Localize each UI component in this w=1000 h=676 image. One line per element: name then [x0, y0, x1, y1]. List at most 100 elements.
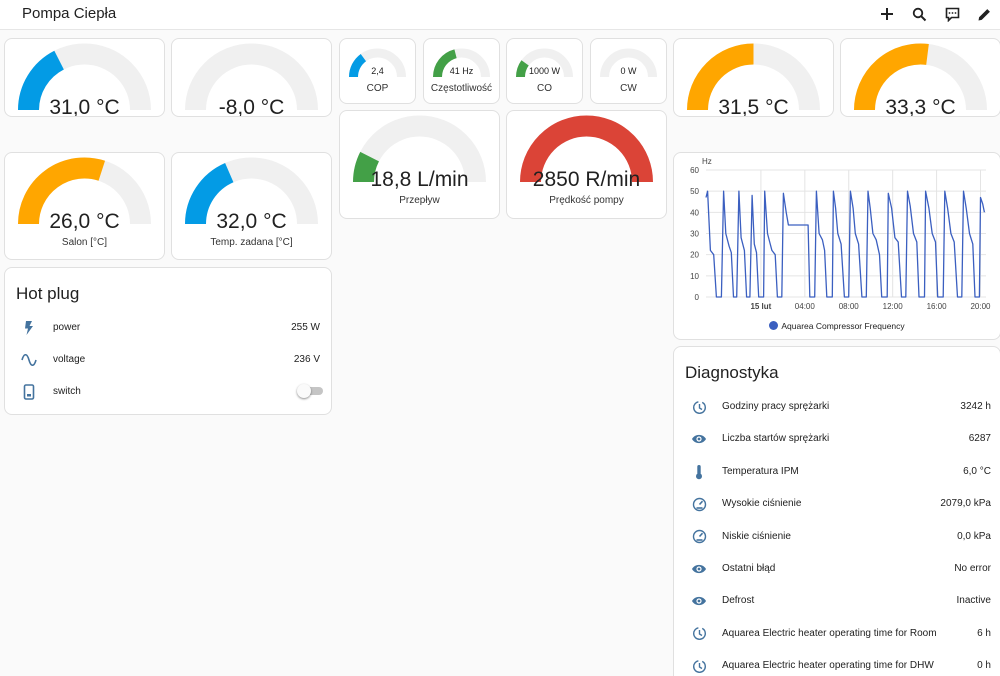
x-tick-label: 15 lut	[750, 302, 771, 311]
flash-icon	[20, 319, 38, 337]
gauge-value: 1000 W	[528, 66, 561, 76]
y-axis-label: Hz	[702, 157, 712, 166]
gauge-label: CO	[537, 83, 552, 94]
entity-value: 0,0 kPa	[957, 530, 991, 542]
add-icon	[881, 8, 893, 20]
y-tick-label: 0	[695, 293, 700, 302]
gauge-card-outdoor-temp[interactable]: -8,0 °CTEMP ZEW.	[171, 38, 332, 117]
diagnostic-row[interactable]: Defrost Inactive	[674, 589, 1000, 613]
gauge-label: Prędkość pompy	[549, 195, 624, 206]
gauge-label: COP	[366, 83, 389, 94]
dashboard-title: Pompa Ciepła	[22, 5, 117, 22]
diagnostic-row[interactable]: Niskie ciśnienie 0,0 kPa	[674, 525, 1000, 549]
gauge-value: 0 W	[620, 66, 637, 76]
diagnostics-title: Diagnostyka	[685, 363, 779, 382]
gauge-value: -8,0 °C	[218, 96, 285, 117]
entity-value: Inactive	[956, 595, 991, 607]
gauge-value: 31,0 °C	[49, 96, 120, 117]
gauge-card-co-power[interactable]: 1000 W CO	[506, 38, 583, 104]
y-tick-label: 20	[690, 251, 699, 260]
diagnostic-row[interactable]: Godziny pracy sprężarki 3242 h	[674, 395, 1000, 419]
entity-name: Ostatni błąd	[722, 563, 776, 574]
legend-color-swatch	[769, 321, 779, 330]
add-button[interactable]	[875, 3, 899, 25]
gauge-card-living-room[interactable]: 26,0 °C Salon [°C]	[4, 152, 165, 260]
x-tick-label: 20:00	[970, 302, 991, 311]
diagnostic-row[interactable]: Aquarea Electric heater operating time f…	[674, 654, 1000, 676]
clock-icon	[690, 625, 708, 643]
eye-icon	[690, 560, 708, 578]
entity-name: Godziny pracy sprężarki	[722, 401, 830, 412]
eye-icon	[690, 430, 708, 448]
gauge-value: 32,0 °C	[216, 210, 287, 233]
x-tick-label: 04:00	[795, 302, 816, 311]
entity-value: 236 V	[293, 354, 320, 365]
x-tick-label: 08:00	[839, 302, 860, 311]
gauge-label: Temp. zadana [°C]	[210, 237, 293, 248]
diagnostic-row[interactable]: Wysokie ciśnienie 2079,0 kPa	[674, 492, 1000, 516]
entity-row-switch: switch	[5, 380, 331, 404]
switch-toggle[interactable]	[297, 384, 323, 398]
gauge-icon	[690, 528, 708, 546]
gauge-card-frequency[interactable]: 41 Hz Częstotliwość	[423, 38, 500, 104]
entity-name: Wysokie ciśnienie	[722, 498, 802, 510]
entity-value: 255 W	[291, 322, 320, 333]
gauge-card-pump-speed[interactable]: 2850 R/min Prędkość pompy	[506, 110, 667, 219]
gauge-label: CW	[620, 83, 637, 94]
edit-dashboard-button[interactable]	[972, 3, 996, 25]
gauge-value: 2,4	[371, 66, 384, 76]
chart-plot: Hz 0 10 20 30 40 50 60 15 lut 04:00 08:00 12:00 16:0…	[690, 157, 991, 311]
gauge-card-cw-temp[interactable]: 31,0 °CCW	[4, 38, 165, 117]
entity-name: power	[53, 322, 81, 333]
entity-value: 3242 h	[960, 401, 991, 412]
y-tick-label: 30	[690, 230, 699, 239]
legend-series-name: Aquarea Compressor Frequency	[781, 321, 905, 331]
edit-icon	[978, 7, 991, 20]
entity-value: 6,0 °C	[963, 465, 991, 477]
gauge-label: Salon [°C]	[61, 237, 108, 248]
gauge-label: Częstotliwość	[430, 83, 493, 94]
gauge-value: 33,3 °C	[885, 96, 956, 117]
y-tick-label: 50	[690, 187, 699, 196]
thermometer-icon	[690, 463, 708, 481]
series-line	[705, 190, 986, 298]
diagnostic-row[interactable]: Ostatni błąd No error	[674, 557, 1000, 581]
assist-icon	[945, 7, 959, 22]
entity-value: 2079,0 kPa	[940, 498, 991, 510]
assist-button[interactable]	[940, 3, 964, 25]
entity-value: 0 h	[977, 660, 991, 672]
gauge-card-return-temp[interactable]: 31,5 °CTemp. powrót [°C]	[673, 38, 834, 117]
entity-name: switch	[53, 386, 81, 397]
diagnostics-card: Diagnostyka Godziny pracy sprężarki 3242 …	[673, 346, 1000, 676]
hot-plug-title: Hot plug	[16, 284, 80, 303]
chart-legend-item[interactable]: Aquarea Compressor Frequency	[674, 321, 1000, 331]
hot-plug-card: Hot plug power 255 W voltage 236 V switc…	[4, 267, 332, 415]
gauge-card-flow[interactable]: 18,8 L/min Przepływ	[339, 110, 500, 219]
diagnostic-row[interactable]: Temperatura IPM 6,0 °C	[674, 460, 1000, 484]
entity-row-voltage[interactable]: voltage 236 V	[5, 348, 331, 372]
entity-value: 6287	[968, 433, 991, 445]
diagnostic-row[interactable]: Aquarea Electric heater operating time f…	[674, 622, 1000, 646]
compressor-frequency-chart: Hz 0 10 20 30 40 50 60 15 lut 04:00 08:00 12:00 16:0…	[673, 152, 1000, 340]
x-tick-label: 16:00	[927, 302, 948, 311]
gauge-card-cop[interactable]: 2,4 COP	[339, 38, 416, 104]
gauge-value: 31,5 °C	[718, 96, 789, 117]
diagnostic-row[interactable]: Liczba startów sprężarki 6287	[674, 427, 1000, 451]
entity-value: 6 h	[977, 627, 991, 639]
entity-row-power[interactable]: power 255 W	[5, 316, 331, 340]
search-button[interactable]	[907, 3, 931, 25]
entity-name: voltage	[53, 354, 86, 365]
gauge-card-supply-temp[interactable]: 33,3 °CTemp. zasilania [°C]	[840, 38, 1000, 117]
entity-name: Liczba startów sprężarki	[722, 433, 830, 445]
entity-name: Niskie ciśnienie	[722, 530, 791, 542]
gauge-card-setpoint[interactable]: 32,0 °C Temp. zadana [°C]	[171, 152, 332, 260]
smart-plug-icon	[20, 383, 38, 401]
sine-wave-icon	[20, 351, 38, 369]
gauge-value: 18,8 L/min	[370, 168, 469, 191]
search-icon	[912, 7, 926, 21]
gauge-value: 41 Hz	[449, 66, 474, 76]
gauge-card-cw-power[interactable]: 0 W CW	[590, 38, 667, 104]
gauge-icon	[690, 495, 708, 513]
gauge-value: 26,0 °C	[49, 210, 120, 233]
toggle-knob	[297, 384, 311, 398]
